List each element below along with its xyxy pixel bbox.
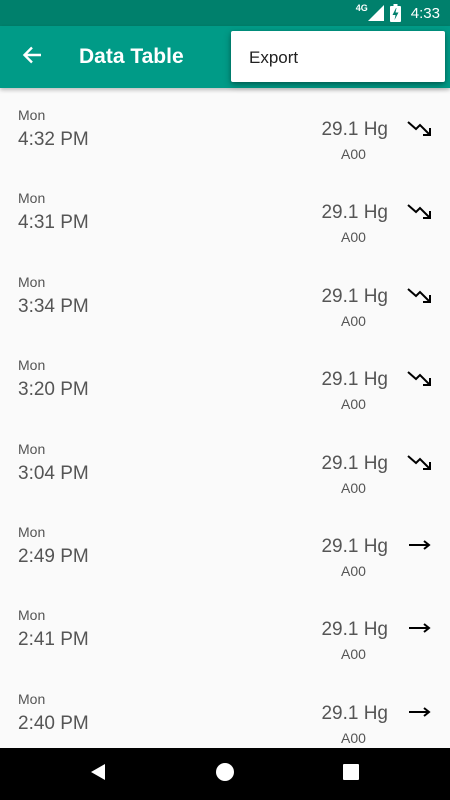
status-bar: 4G 4:33	[0, 0, 450, 26]
trend-falling-icon	[404, 116, 436, 140]
row-value: 29.1 Hg	[321, 702, 388, 724]
row-time: 2:40 PM	[18, 712, 89, 734]
trend-steady-icon	[404, 533, 436, 557]
row-time: 2:49 PM	[18, 545, 89, 567]
list-item[interactable]: Mon 3:20 PM 29.1 Hg A00	[0, 338, 450, 421]
row-code: A00	[341, 562, 366, 579]
row-time: 4:32 PM	[18, 129, 89, 150]
row-day: Mon	[18, 273, 46, 290]
row-day: Mon	[18, 190, 46, 207]
row-time: 3:04 PM	[18, 462, 89, 484]
network-type-label: 4G	[355, 3, 368, 13]
list-item[interactable]: Mon 4:31 PM 29.1 Hg A00	[0, 171, 450, 254]
row-time: 3:34 PM	[18, 295, 89, 317]
status-icons: 4G 4:33	[356, 0, 440, 26]
row-code: A00	[341, 146, 366, 162]
nav-back-button[interactable]	[68, 748, 128, 800]
row-day: Mon	[18, 107, 46, 123]
list-item[interactable]: Mon 2:40 PM 29.1 Hg A00	[0, 672, 450, 748]
row-value: 29.1 Hg	[321, 535, 388, 557]
row-value: 29.1 Hg	[321, 285, 388, 307]
row-code: A00	[341, 229, 366, 246]
row-value: 29.1 Hg	[321, 119, 388, 140]
list-item[interactable]: Mon 3:04 PM 29.1 Hg A00	[0, 422, 450, 505]
row-day: Mon	[18, 357, 46, 374]
row-code: A00	[341, 396, 366, 413]
list-item[interactable]: Mon 2:41 PM 29.1 Hg A00	[0, 588, 450, 671]
row-value: 29.1 Hg	[321, 452, 388, 474]
back-button[interactable]	[8, 33, 56, 81]
nav-home-button[interactable]	[195, 748, 255, 800]
row-value: 29.1 Hg	[321, 369, 388, 391]
back-triangle-icon	[89, 763, 107, 786]
recents-square-icon	[343, 763, 359, 785]
row-time: 4:31 PM	[18, 212, 89, 234]
trend-falling-icon	[404, 283, 436, 307]
row-value: 29.1 Hg	[321, 202, 388, 224]
list-item[interactable]: Mon 4:32 PM 29.1 Hg A00	[0, 88, 450, 171]
list-item[interactable]: Mon 2:49 PM 29.1 Hg A00	[0, 505, 450, 588]
row-time: 2:41 PM	[18, 629, 89, 651]
trend-falling-icon	[404, 450, 436, 474]
row-day: Mon	[18, 440, 46, 457]
trend-steady-icon	[404, 616, 436, 640]
row-code: A00	[341, 729, 366, 746]
menu-item-export[interactable]: Export	[231, 31, 445, 82]
row-code: A00	[341, 646, 366, 663]
row-day: Mon	[18, 690, 46, 707]
row-value: 29.1 Hg	[321, 619, 388, 641]
row-time: 3:20 PM	[18, 379, 89, 401]
row-day: Mon	[18, 523, 46, 540]
row-code: A00	[341, 312, 366, 329]
screen: 4G 4:33 Data Table Export Mon 4:32 PM 29…	[0, 0, 450, 800]
overflow-menu: Export	[231, 31, 445, 82]
arrow-left-icon	[22, 46, 42, 69]
system-nav-bar	[0, 748, 450, 800]
trend-falling-icon	[404, 199, 436, 223]
page-title: Data Table	[79, 45, 184, 68]
home-circle-icon	[215, 762, 235, 787]
data-list: Mon 4:32 PM 29.1 Hg A00 Mon 4:31 PM 29.1…	[0, 88, 450, 748]
cell-signal-icon	[367, 5, 384, 21]
row-code: A00	[341, 479, 366, 496]
list-item[interactable]: Mon 3:34 PM 29.1 Hg A00	[0, 255, 450, 338]
nav-recents-button[interactable]	[321, 748, 381, 800]
trend-falling-icon	[404, 366, 436, 390]
trend-steady-icon	[404, 700, 436, 724]
row-day: Mon	[18, 607, 46, 624]
battery-charging-icon	[389, 4, 401, 22]
status-clock: 4:33	[410, 4, 440, 22]
